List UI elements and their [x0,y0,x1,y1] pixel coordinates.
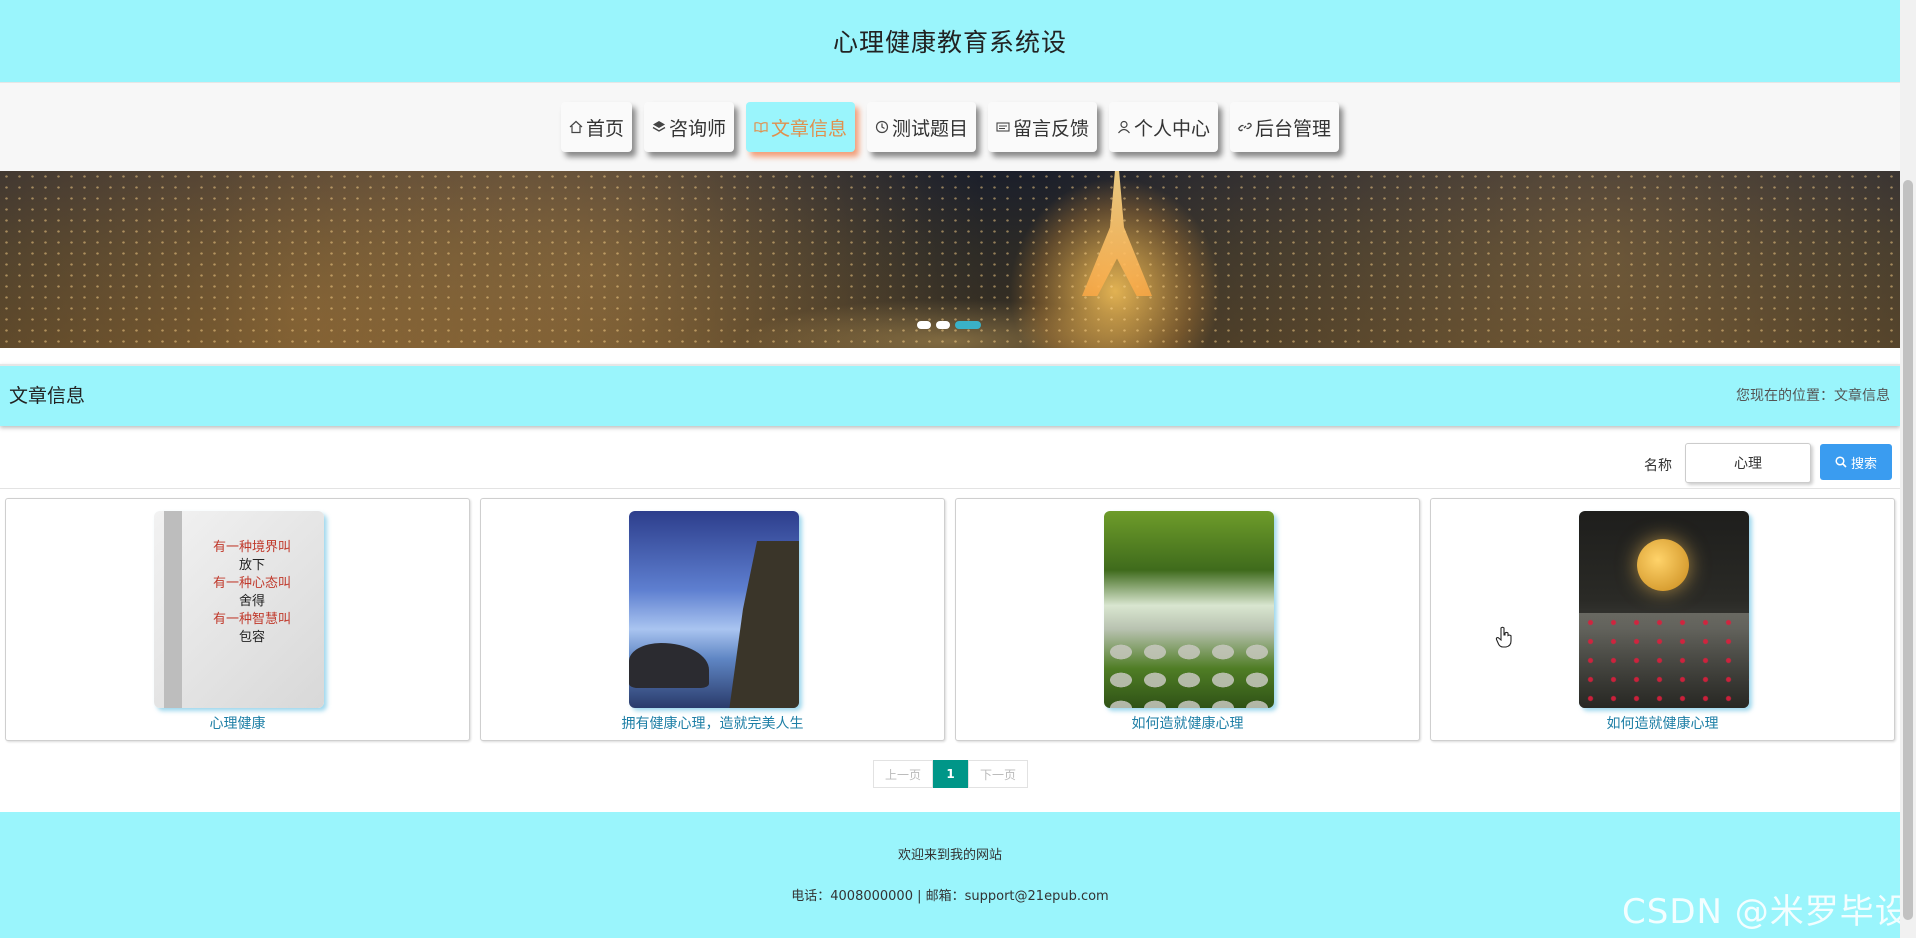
book-line: 有一种智慧叫 [212,612,291,627]
image-flowers [1579,613,1749,708]
scrollbar-thumb[interactable] [1903,180,1913,920]
search-icon [1835,456,1847,468]
book-icon [754,122,768,133]
nav-item-label: 后台管理 [1255,117,1332,140]
nav-item-admin[interactable]: 后台管理 [1230,102,1340,152]
nav-item-label: 文章信息 [770,117,847,140]
article-card[interactable]: 有一种境界叫 放下 有一种心态叫 舍得 有一种智慧叫 包容 心理健康 [5,498,470,741]
article-title[interactable]: 拥有健康心理，造就完美人生 [481,713,944,733]
nav-item-articles[interactable]: 文章信息 [745,102,855,152]
hand-cursor-icon [1495,626,1512,648]
article-title[interactable]: 如何造就健康心理 [956,713,1419,733]
search-button-label: 搜索 [1850,456,1877,472]
image-moon [1637,539,1689,591]
banner-carousel[interactable] [0,171,1900,348]
article-image[interactable] [1579,511,1749,708]
main-nav: 首页 咨询师 文章信息 测试题目 留言反馈 个人中心 后台管理 [0,82,1900,171]
nav-item-label: 测试题目 [891,117,968,140]
site-header: 心理健康教育系统设 [0,0,1900,82]
book-line: 放下 [238,558,265,573]
footer-contact: 电话：4008000000 | 邮箱：support@21epub.com [791,889,1109,904]
book-spine [164,511,182,708]
nav-item-label: 首页 [585,117,624,140]
carousel-dot-2[interactable] [936,321,950,329]
prev-page-button[interactable]: 上一页 [873,760,933,788]
pagination: 上一页 1 下一页 [873,760,1028,788]
carousel-dot-3[interactable] [955,321,981,329]
nav-item-counselor[interactable]: 咨询师 [643,102,734,152]
article-image[interactable]: 有一种境界叫 放下 有一种心态叫 舍得 有一种智慧叫 包容 [154,511,324,708]
site-footer: 欢迎来到我的网站 电话：4008000000 | 邮箱：support@21ep… [0,812,1900,938]
page-number-current[interactable]: 1 [933,760,968,788]
watermark: CSDN @米罗毕设 [1622,892,1910,932]
article-list: 有一种境界叫 放下 有一种心态叫 舍得 有一种智慧叫 包容 心理健康 拥有健康心… [0,498,1900,743]
nav-item-label: 咨询师 [668,117,726,140]
link-icon [1238,122,1252,132]
article-title[interactable]: 心理健康 [6,713,469,733]
nav-item-tests[interactable]: 测试题目 [866,102,976,152]
layers-icon [652,121,666,132]
clock-icon [875,120,889,134]
message-icon [996,122,1010,132]
section-title: 文章信息 [9,385,86,407]
nav-item-home[interactable]: 首页 [560,102,632,152]
search-input[interactable] [1685,443,1811,483]
breadcrumb-current[interactable]: 文章信息 [1834,388,1890,404]
nav-item-label: 留言反馈 [1013,117,1090,140]
search-button[interactable]: 搜索 [1820,444,1892,480]
user-icon [1118,120,1130,134]
book-line: 有一种境界叫 [212,540,291,555]
article-card[interactable]: 拥有健康心理，造就完美人生 [480,498,945,741]
nav-item-profile[interactable]: 个人中心 [1109,102,1219,152]
article-title[interactable]: 如何造就健康心理 [1431,713,1894,733]
breadcrumb: 您现在的位置：文章信息 [1736,385,1890,405]
article-image[interactable] [1104,511,1274,708]
book-line: 舍得 [238,594,265,609]
home-icon [569,120,583,134]
book-line: 有一种心态叫 [212,576,291,591]
carousel-indicators [917,321,981,329]
article-image[interactable] [629,511,799,708]
book-line: 包容 [238,630,265,645]
article-card[interactable]: 如何造就健康心理 [1430,498,1895,741]
article-card[interactable]: 如何造就健康心理 [955,498,1420,741]
footer-welcome: 欢迎来到我的网站 [897,848,1002,863]
carousel-dot-1[interactable] [917,321,931,329]
site-title: 心理健康教育系统设 [832,28,1067,57]
search-bar: 名称 搜索 [0,438,1900,489]
nav-item-label: 个人中心 [1134,117,1211,140]
nav-item-feedback[interactable]: 留言反馈 [988,102,1098,152]
page-scrollbar[interactable] [1900,0,1916,938]
next-page-button[interactable]: 下一页 [968,760,1028,788]
image-stones [1104,638,1274,708]
breadcrumb-prefix: 您现在的位置： [1736,388,1834,404]
section-header: 文章信息 您现在的位置：文章信息 [0,364,1900,426]
book-cover-text: 有一种境界叫 放下 有一种心态叫 舍得 有一种智慧叫 包容 [192,539,312,647]
image-rock [729,541,799,708]
image-rock [629,643,709,688]
search-label: 名称 [1644,458,1672,474]
